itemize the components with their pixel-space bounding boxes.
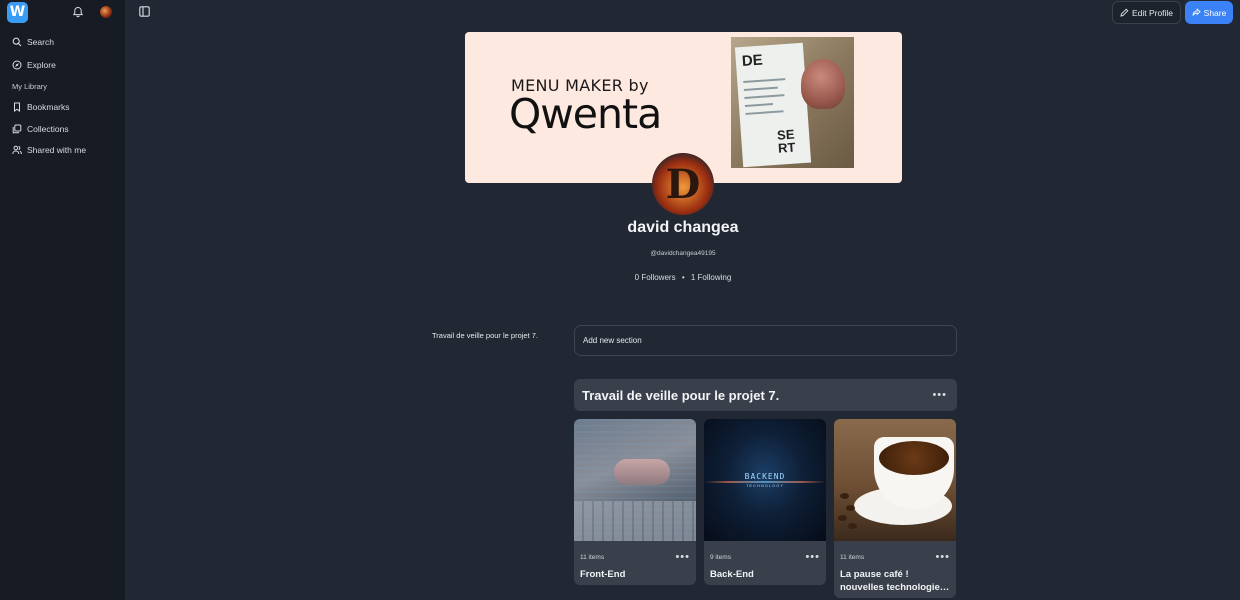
sidebar-item-search[interactable]: Search xyxy=(12,34,54,50)
sidebar-item-label: Bookmarks xyxy=(27,102,70,112)
profile-handle: @davidchangea49195 xyxy=(650,250,716,257)
section-nav-link[interactable]: Travail de veille pour le projet 7. xyxy=(432,331,538,340)
item-count: 9 items xyxy=(710,554,731,561)
edit-profile-label: Edit Profile xyxy=(1131,7,1174,18)
section-more-icon[interactable]: ••• xyxy=(932,389,947,401)
frontend-thumb xyxy=(574,419,696,541)
stats-separator: • xyxy=(681,273,685,282)
banner-brand: Qwenta xyxy=(509,90,662,138)
collection-card-backend[interactable]: BACKEND TECHNOLOGY 9 items ••• Back-End xyxy=(704,419,826,585)
app-logo[interactable]: W xyxy=(7,2,28,23)
sidebar-item-label: Explore xyxy=(27,60,56,70)
collection-name: La pause café ! nouvelles technologie… xyxy=(840,569,950,593)
collection-card-frontend[interactable]: 11 items ••• Front-End xyxy=(574,419,696,585)
backend-thumb-subtext: TECHNOLOGY xyxy=(745,483,784,488)
sidebar: W Search Explore My Library Bookmarks Co… xyxy=(0,0,125,600)
share-icon xyxy=(1192,8,1201,16)
add-section-button[interactable]: Add new section xyxy=(574,325,957,356)
library-heading: My Library xyxy=(12,82,48,91)
search-icon xyxy=(12,37,22,47)
card-more-icon[interactable]: ••• xyxy=(935,552,950,563)
follow-stats: 0 Followers • 1 Following xyxy=(540,273,826,282)
card-more-icon[interactable]: ••• xyxy=(805,552,820,563)
coffee-thumb xyxy=(834,419,956,541)
collections-icon xyxy=(12,124,22,134)
bell-icon[interactable] xyxy=(72,6,84,18)
sidebar-item-collections[interactable]: Collections xyxy=(12,121,69,137)
shared-users-icon xyxy=(12,145,22,155)
pencil-icon xyxy=(1120,8,1129,17)
add-section-label: Add new section xyxy=(583,336,642,345)
bookmark-icon xyxy=(14,102,20,112)
dessert-glass xyxy=(801,59,845,109)
edit-profile-button[interactable]: Edit Profile xyxy=(1112,1,1181,24)
section-header: Travail de veille pour le projet 7. ••• xyxy=(574,379,957,411)
profile-name: david changea xyxy=(627,219,739,236)
sidebar-item-shared[interactable]: Shared with me xyxy=(12,142,86,158)
share-button[interactable]: Share xyxy=(1185,1,1233,24)
sidebar-item-bookmarks[interactable]: Bookmarks xyxy=(12,99,70,115)
item-count: 11 items xyxy=(580,554,605,561)
sidebar-item-label: Collections xyxy=(27,124,69,134)
sidebar-item-explore[interactable]: Explore xyxy=(12,57,56,73)
menu-card: DE SE RT xyxy=(734,42,812,168)
compass-icon xyxy=(12,60,22,70)
sidebar-item-label: Search xyxy=(27,37,54,47)
item-count: 11 items xyxy=(840,554,865,561)
card-more-icon[interactable]: ••• xyxy=(675,552,690,563)
menu-card-text-bottom: SE RT xyxy=(776,126,796,156)
collection-name: Back-End xyxy=(710,569,754,580)
menu-photo: DE SE RT xyxy=(731,37,854,168)
sidebar-toggle-icon[interactable] xyxy=(139,6,150,17)
sidebar-item-label: Shared with me xyxy=(27,145,87,155)
user-avatar[interactable] xyxy=(100,6,112,18)
menu-card-text-top: DE xyxy=(741,51,764,71)
followers-count[interactable]: 0 Followers xyxy=(635,273,676,282)
backend-thumb-text: BACKEND xyxy=(744,472,786,481)
collection-card-coffee[interactable]: 11 items ••• La pause café ! nouvelles t… xyxy=(834,419,956,598)
backend-thumb: BACKEND TECHNOLOGY xyxy=(704,419,826,541)
collection-name: Front-End xyxy=(580,569,626,580)
profile-avatar: D xyxy=(652,153,714,215)
section-title: Travail de veille pour le projet 7. xyxy=(582,387,780,403)
share-label: Share xyxy=(1203,7,1227,18)
following-count[interactable]: 1 Following xyxy=(691,273,731,282)
